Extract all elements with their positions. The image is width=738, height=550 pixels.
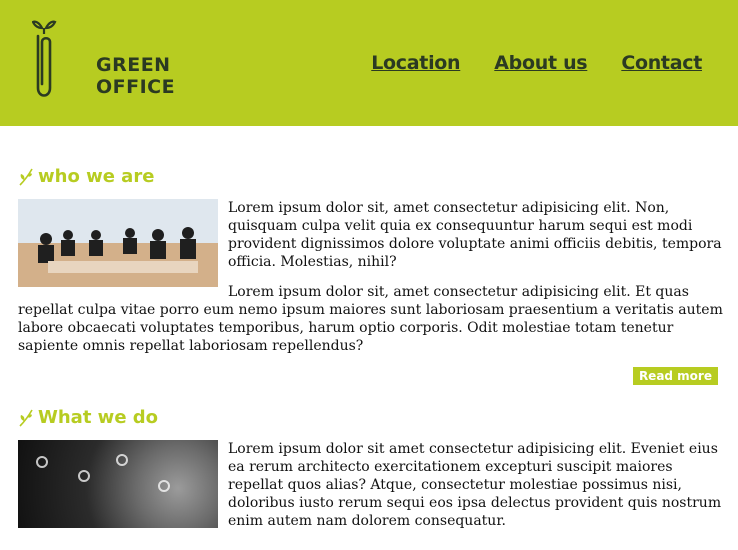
- read-more-button[interactable]: Read more: [632, 367, 718, 385]
- brand-name-line2: OFFICE: [96, 76, 176, 98]
- nav-location[interactable]: Location: [371, 52, 460, 74]
- tech-image: [18, 440, 218, 528]
- leaf-icon: [19, 168, 33, 186]
- office-meeting-illustration: [18, 199, 218, 287]
- leaf-icon: [19, 409, 33, 427]
- section-what-we-do: What we do Lorem ipsum dolor sit amet co…: [18, 407, 728, 542]
- bubble-icon: [36, 456, 48, 468]
- paragraph: Lorem ipsum dolor sit, amet consectetur …: [18, 284, 723, 354]
- logo[interactable]: GREEN OFFICE: [31, 12, 175, 104]
- brand-name: GREEN OFFICE: [96, 54, 175, 98]
- team-meeting-image: [18, 199, 218, 287]
- section-who-we-are: who we are Lorem ipsum dolor sit, amet c…: [18, 166, 728, 389]
- main-content: who we are Lorem ipsum dolor sit, amet c…: [0, 166, 738, 542]
- nav-contact[interactable]: Contact: [621, 52, 702, 74]
- bubble-icon: [78, 470, 90, 482]
- section-title-text: who we are: [38, 166, 155, 187]
- section-title-text: What we do: [38, 407, 159, 428]
- header: GREEN OFFICE Location About us Contact: [0, 0, 738, 126]
- bubble-icon: [158, 480, 170, 492]
- main-nav: Location About us Contact: [371, 52, 702, 74]
- section-title: who we are: [18, 166, 728, 187]
- bubble-icon: [116, 454, 128, 466]
- section-title: What we do: [18, 407, 728, 428]
- brand-name-line1: GREEN: [96, 54, 171, 76]
- nav-about-us[interactable]: About us: [494, 52, 587, 74]
- paperclip-leaf-icon: [31, 20, 57, 97]
